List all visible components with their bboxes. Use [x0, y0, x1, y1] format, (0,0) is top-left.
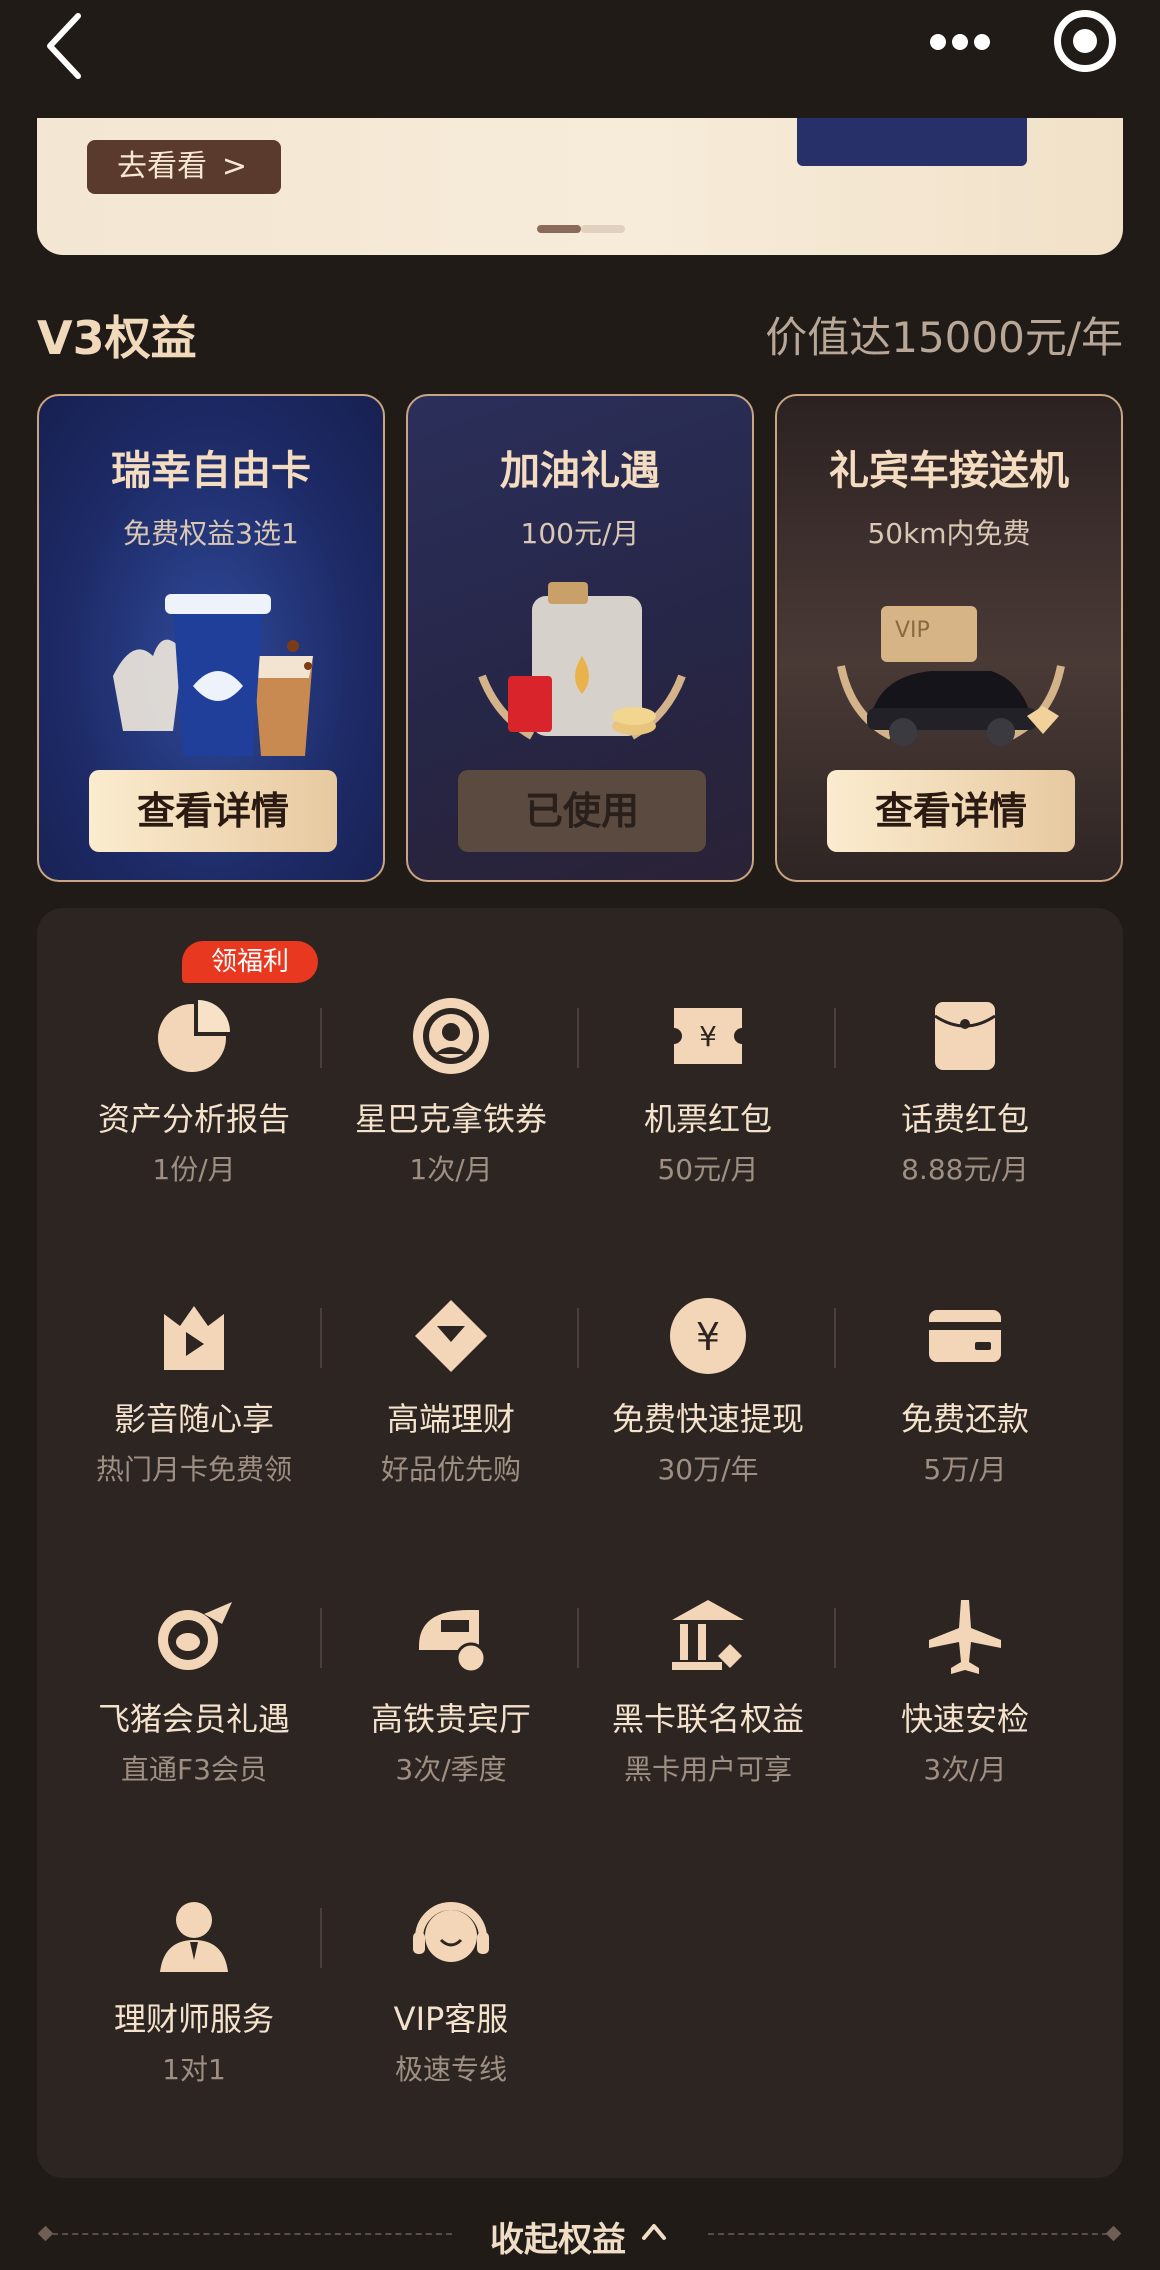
benefit-subtitle: 黑卡用户可享: [623, 1753, 792, 1786]
section-value: 价值达15000元/年: [765, 313, 1123, 362]
top-bar: [0, 0, 1160, 118]
benefit-item-repayment[interactable]: 免费还款 5万/月: [836, 1296, 1094, 1496]
vip-badge: VIP: [895, 618, 930, 643]
benefit-item-black-card[interactable]: 黑卡联名权益 黑卡用户可享: [579, 1596, 837, 1796]
benefit-item-vip-service[interactable]: VIP客服 极速专线: [322, 1896, 580, 2096]
promo-banner[interactable]: 去看看 >: [37, 118, 1123, 255]
benefit-title: VIP客服: [393, 2000, 509, 2038]
benefit-title: 高端理财: [386, 1400, 515, 1438]
back-icon[interactable]: [40, 10, 100, 80]
play-crown-icon: [154, 1296, 234, 1376]
card-icon: [925, 1296, 1005, 1376]
chevron-up-icon[interactable]: [640, 2218, 668, 2246]
card-subtitle: 50km内免费: [867, 517, 1031, 550]
benefit-subtitle: 好品优先购: [380, 1453, 521, 1486]
benefit-title: 星巴克拿铁券: [354, 1100, 547, 1138]
benefit-item-flight-coupon[interactable]: ¥ 机票红包 50元/月: [579, 996, 837, 1196]
section-title: V3权益: [37, 311, 197, 365]
divider-diamond: [37, 2225, 54, 2242]
benefit-title: 飞猪会员礼遇: [97, 1700, 290, 1738]
banner-go-label: 去看看: [117, 149, 207, 184]
benefit-item-train-lounge[interactable]: 高铁贵宾厅 3次/季度: [322, 1596, 580, 1796]
card-title: 瑞幸自由卡: [111, 448, 311, 494]
view-details-button[interactable]: 查看详情: [89, 770, 337, 852]
benefit-item-starbucks[interactable]: 星巴克拿铁券 1次/月: [322, 996, 580, 1196]
pie-chart-icon: [154, 996, 234, 1076]
svg-text:¥: ¥: [699, 1020, 717, 1053]
benefit-item-advisor[interactable]: 理财师服务 1对1: [65, 1896, 323, 2096]
banner-go-button[interactable]: 去看看 >: [87, 140, 281, 194]
collapse-benefits-label[interactable]: 收起权益: [490, 2212, 626, 2261]
headset-icon: [411, 1896, 491, 1976]
benefit-subtitle: 8.88元/月: [901, 1153, 1029, 1186]
benefit-item-video[interactable]: 影音随心享 热门月卡免费领: [65, 1296, 323, 1496]
benefit-subtitle: 3次/季度: [395, 1753, 507, 1786]
benefit-title: 黑卡联名权益: [611, 1700, 804, 1738]
benefit-item-asset-report[interactable]: 资产分析报告 1份/月: [65, 996, 323, 1196]
benefit-subtitle: 1对1: [162, 2053, 226, 2086]
benefit-subtitle: 热门月卡免费领: [95, 1453, 292, 1486]
card-title: 礼宾车接送机: [829, 448, 1069, 494]
collapse-benefits-bar[interactable]: 收起权益: [0, 2204, 1160, 2264]
benefit-card-fuel[interactable]: 加油礼遇 100元/月 已使用: [406, 394, 754, 882]
benefit-subtitle: 30万/年: [657, 1453, 759, 1486]
plane-icon: [925, 1596, 1005, 1676]
divider-diamond: [1105, 2225, 1122, 2242]
card-subtitle: 100元/月: [520, 517, 640, 550]
benefit-subtitle: 直通F3会员: [121, 1753, 267, 1786]
carousel-dot-active: [537, 225, 581, 233]
benefit-title: 免费还款: [900, 1400, 1029, 1438]
chevron-right-icon: >: [221, 149, 247, 184]
claim-welfare-tag: 领福利: [182, 941, 318, 983]
bank-icon: [668, 1596, 748, 1676]
benefit-card-car[interactable]: 礼宾车接送机 50km内免费 VIP 查看详情: [775, 394, 1123, 882]
benefit-title: 快速安检: [900, 1700, 1029, 1738]
benefit-item-phone-credit[interactable]: 话费红包 8.88元/月: [836, 996, 1094, 1196]
benefit-subtitle: 极速专线: [394, 2053, 507, 2086]
dashed-divider: [52, 2233, 452, 2235]
train-icon: [411, 1596, 491, 1676]
dashed-divider: [708, 2233, 1108, 2235]
used-button: 已使用: [458, 770, 706, 852]
diamond-icon: [411, 1296, 491, 1376]
benefit-card-luckin[interactable]: 瑞幸自由卡 免费权益3选1 查看详情: [37, 394, 385, 882]
benefit-item-wealth[interactable]: 高端理财 好品优先购: [322, 1296, 580, 1496]
benefit-title: 理财师服务: [113, 2000, 274, 2038]
fuel-icon: [462, 566, 702, 766]
close-mini-program-icon[interactable]: [1054, 10, 1116, 72]
carousel-dot: [581, 225, 625, 233]
svg-text:¥: ¥: [696, 1315, 720, 1359]
benefit-subtitle: 1次/月: [409, 1153, 493, 1186]
fliggy-icon: [154, 1596, 234, 1676]
car-icon: [831, 566, 1071, 766]
carousel-indicator: [537, 225, 627, 233]
benefit-title: 免费快速提现: [611, 1400, 804, 1438]
benefit-title: 高铁贵宾厅: [370, 1700, 531, 1738]
benefit-item-fliggy[interactable]: 飞猪会员礼遇 直通F3会员: [65, 1596, 323, 1796]
yen-coin-icon: ¥: [668, 1296, 748, 1376]
benefit-subtitle: 1份/月: [152, 1153, 236, 1186]
benefit-title: 机票红包: [643, 1100, 772, 1138]
view-details-button[interactable]: 查看详情: [827, 770, 1075, 852]
ticket-icon: ¥: [668, 996, 748, 1076]
advisor-icon: [154, 1896, 234, 1976]
more-icon[interactable]: [920, 20, 996, 60]
benefit-subtitle: 50元/月: [657, 1153, 759, 1186]
card-subtitle: 免费权益3选1: [123, 517, 299, 550]
card-title: 加油礼遇: [500, 448, 660, 494]
coffee-icon: [93, 566, 333, 766]
benefit-item-security-check[interactable]: 快速安检 3次/月: [836, 1596, 1094, 1796]
benefit-subtitle: 3次/月: [923, 1753, 1007, 1786]
banner-product-image: [797, 118, 1027, 166]
benefit-title: 资产分析报告: [97, 1100, 290, 1138]
red-envelope-icon: [925, 996, 1005, 1076]
starbucks-icon: [411, 996, 491, 1076]
benefit-subtitle: 5万/月: [923, 1453, 1007, 1486]
benefit-item-withdraw[interactable]: ¥ 免费快速提现 30万/年: [579, 1296, 837, 1496]
benefit-title: 影音随心享: [113, 1400, 274, 1438]
benefit-title: 话费红包: [900, 1100, 1029, 1138]
